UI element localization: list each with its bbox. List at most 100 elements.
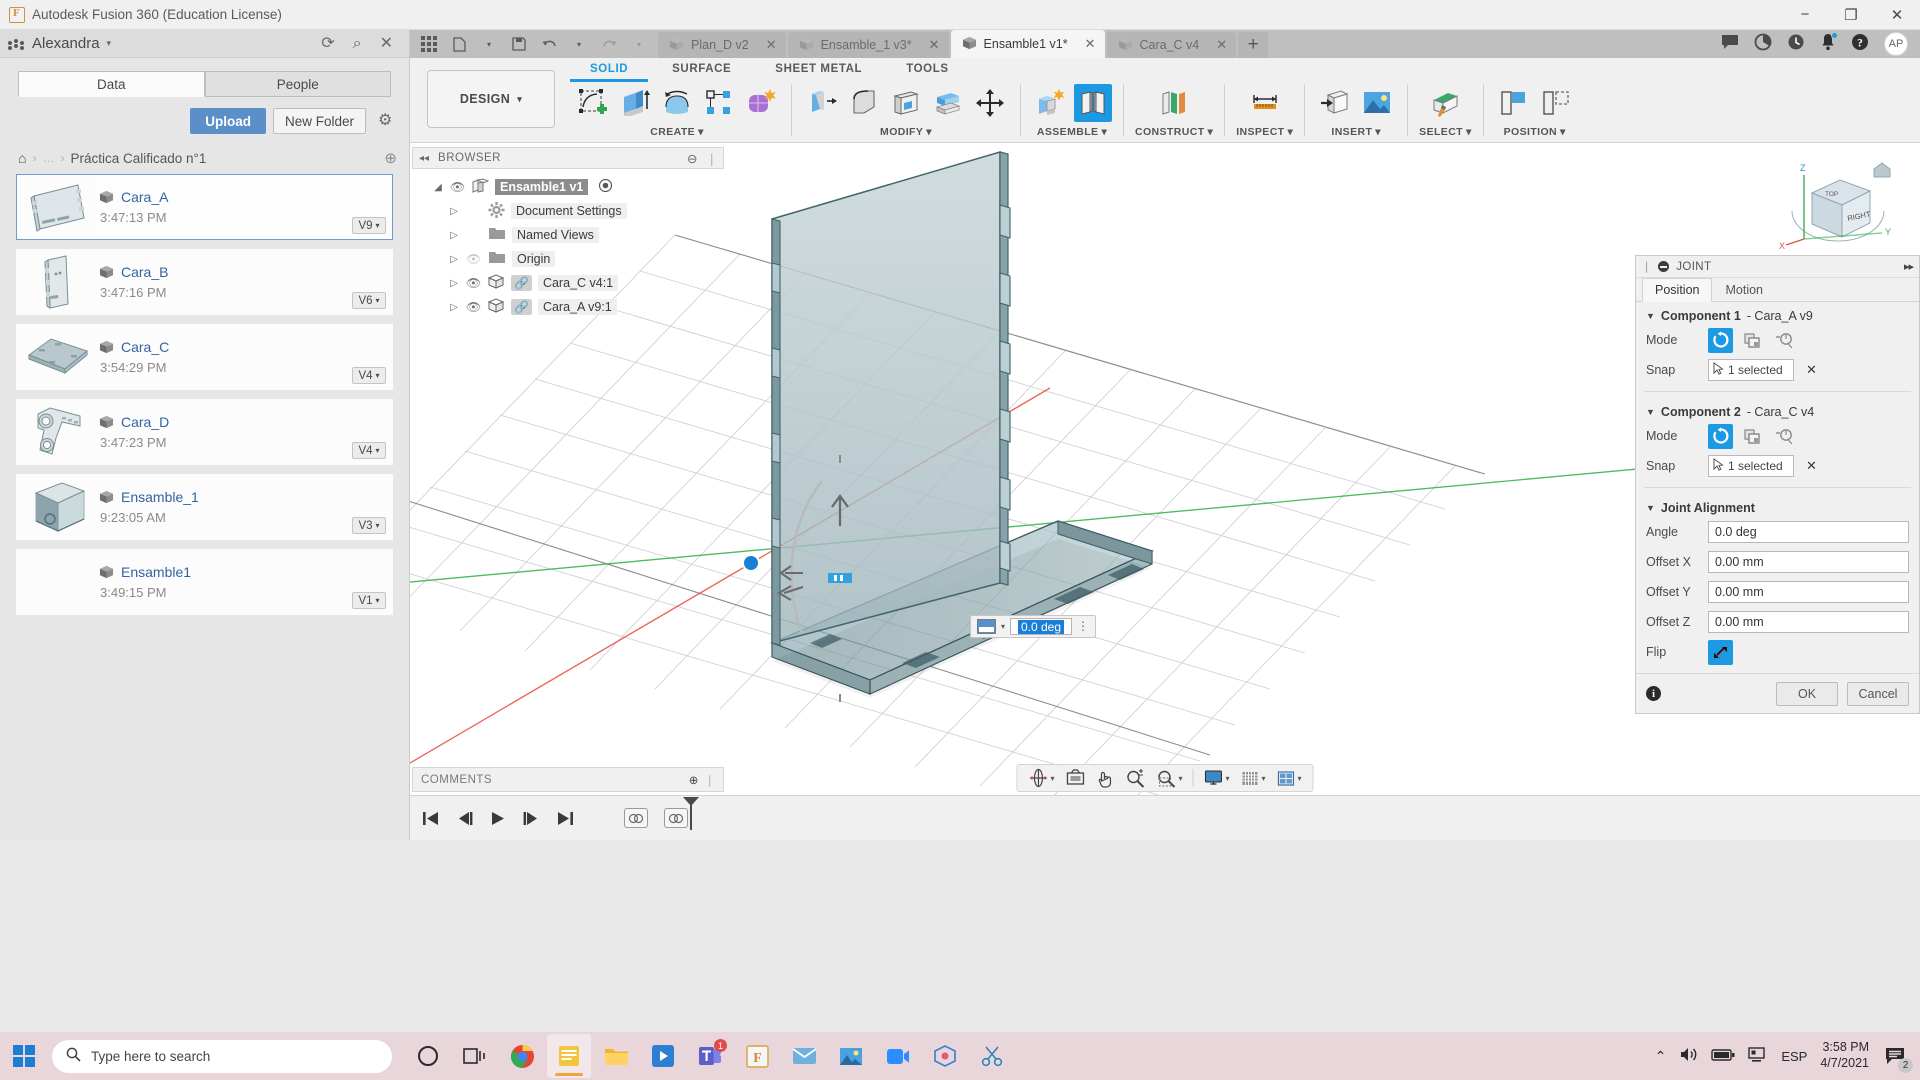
close-panel-icon[interactable]: ✕ xyxy=(380,35,393,52)
clock[interactable]: 3:58 PM 4/7/2021 xyxy=(1820,1040,1869,1071)
go-to-beginning-icon[interactable] xyxy=(422,811,440,826)
form-icon[interactable] xyxy=(742,84,780,122)
browser-node-origin[interactable]: ▷ 👁 Origin xyxy=(420,247,724,271)
upload-button[interactable]: Upload xyxy=(190,108,266,134)
close-button[interactable]: ✕ xyxy=(1874,0,1920,30)
component2-title[interactable]: ▼ Component 2 - Cara_C v4 xyxy=(1646,405,1909,419)
grid-apps-icon[interactable] xyxy=(416,32,442,56)
step-forward-icon[interactable] xyxy=(522,811,540,826)
media-player-icon[interactable] xyxy=(641,1034,685,1078)
align-icon[interactable] xyxy=(1495,84,1533,122)
new-component-icon[interactable] xyxy=(1032,84,1070,122)
browser-node-named-views[interactable]: ▷ Named Views xyxy=(420,223,724,247)
go-to-end-icon[interactable] xyxy=(556,811,574,826)
viewports-icon[interactable]: ▾ xyxy=(1273,766,1306,790)
component1-mode-two-edge-intersection-icon[interactable] xyxy=(1772,328,1797,353)
action-center-icon[interactable]: 2 xyxy=(1882,1042,1913,1073)
user-caret-icon[interactable]: ▾ xyxy=(107,38,112,49)
grid-snaps-icon[interactable]: ▾ xyxy=(1237,766,1270,790)
volume-icon[interactable] xyxy=(1679,1046,1698,1066)
item-version-badge[interactable]: V6 ▾ xyxy=(352,292,386,309)
new-tab-button[interactable]: + xyxy=(1238,32,1269,58)
timeline-feature-joint-1[interactable] xyxy=(624,808,648,828)
add-comment-icon[interactable]: ⊕ xyxy=(689,773,699,787)
component2-mode-between-two-faces-icon[interactable] xyxy=(1740,424,1765,449)
fillet-icon[interactable] xyxy=(845,84,883,122)
network-icon[interactable] xyxy=(1748,1046,1768,1066)
document-tab-0[interactable]: Plan_D v2 ✕ xyxy=(658,32,786,58)
recent-icon[interactable] xyxy=(1787,33,1805,55)
fit-icon[interactable]: ▾ xyxy=(1152,766,1186,790)
component1-mode-simple-icon[interactable] xyxy=(1708,327,1733,353)
ribbon-group-position-label[interactable]: POSITION ▾ xyxy=(1504,126,1566,138)
ribbon-group-create-label[interactable]: CREATE ▾ xyxy=(650,126,703,138)
expand-triangle-icon[interactable]: ▷ xyxy=(448,302,460,313)
item-version-badge[interactable]: V3 ▾ xyxy=(352,517,386,534)
component1-clear-icon[interactable]: ✕ xyxy=(1806,362,1817,378)
cortana-icon[interactable] xyxy=(406,1034,450,1078)
workspace-tab-sheet-metal[interactable]: SHEET METAL xyxy=(753,59,884,79)
document-tab-close-icon[interactable]: ✕ xyxy=(1206,37,1227,53)
document-tab-close-icon[interactable]: ✕ xyxy=(919,37,940,53)
workspace-tab-surface[interactable]: SURFACE xyxy=(650,59,753,79)
alignment-title[interactable]: ▼ Joint Alignment xyxy=(1646,501,1909,515)
gear-icon[interactable]: ⚙ xyxy=(378,112,395,130)
teams-icon[interactable]: 1 xyxy=(688,1034,732,1078)
data-item-ensamble1[interactable]: Ensamble1 3:49:15 PM V1 ▾ xyxy=(16,549,393,615)
revolve-icon[interactable] xyxy=(658,84,696,122)
redo-icon[interactable] xyxy=(596,32,622,56)
ribbon-group-select-label[interactable]: SELECT ▾ xyxy=(1419,126,1472,138)
activate-radio-icon[interactable] xyxy=(599,178,613,195)
new-file-icon[interactable] xyxy=(446,32,472,56)
workspace-switcher[interactable]: DESIGN ▾ xyxy=(427,70,555,128)
caret-undo-icon[interactable]: ▾ xyxy=(566,32,592,56)
photos-icon[interactable] xyxy=(829,1034,873,1078)
move-copy-icon[interactable] xyxy=(971,84,1009,122)
expand-triangle-icon[interactable]: ▷ xyxy=(448,230,460,241)
ribbon-group-inspect-label[interactable]: INSPECT ▾ xyxy=(1236,126,1293,138)
user-name[interactable]: Alexandra xyxy=(32,35,100,52)
browser-collapse-icon[interactable]: ◂◂ xyxy=(419,153,429,164)
battery-icon[interactable] xyxy=(1711,1048,1735,1065)
eye-hidden-icon[interactable]: 👁 xyxy=(466,252,482,266)
angle-unit-caret-icon[interactable]: ▾ xyxy=(1001,622,1005,631)
step-back-icon[interactable] xyxy=(456,811,474,826)
sticky-notes-icon[interactable] xyxy=(547,1034,591,1078)
pan-icon[interactable] xyxy=(1092,766,1118,790)
alignment-input-offset-y[interactable]: 0.00 mm xyxy=(1708,581,1909,603)
expand-triangle-icon[interactable]: ◢ xyxy=(432,182,444,193)
eye-icon[interactable]: 👁 xyxy=(466,276,482,290)
item-version-badge[interactable]: V1 ▾ xyxy=(352,592,386,609)
select-icon[interactable] xyxy=(1426,84,1464,122)
component1-snap-field[interactable]: 1 selected xyxy=(1708,359,1794,381)
browser-node-cara-a-v9-1[interactable]: ▷ 👁 🔗 Cara_A v9:1 xyxy=(420,295,724,319)
maximize-button[interactable]: ❐ xyxy=(1828,0,1874,30)
caret-new-icon[interactable]: ▾ xyxy=(476,32,502,56)
eye-icon[interactable]: 👁 xyxy=(466,300,482,314)
position-icon[interactable] xyxy=(1537,84,1575,122)
data-item-cara_d[interactable]: Cara_D 3:47:23 PM V4 ▾ xyxy=(16,399,393,465)
browser-grip[interactable]: ❘ xyxy=(707,151,717,166)
comments-panel[interactable]: COMMENTS ⊕ ❘ xyxy=(412,767,724,792)
alignment-input-offset-z[interactable]: 0.00 mm xyxy=(1708,611,1909,633)
component2-clear-icon[interactable]: ✕ xyxy=(1806,458,1817,474)
joint-collapse-icon[interactable] xyxy=(1658,261,1670,272)
view-cube[interactable]: TOP RIGHT Z X Y xyxy=(1778,153,1898,263)
pattern-icon[interactable] xyxy=(700,84,738,122)
component2-mode-simple-icon[interactable] xyxy=(1708,423,1733,449)
document-tab-3[interactable]: Cara_C v4 ✕ xyxy=(1106,32,1237,58)
browser-root-row[interactable]: ◢ 👁 Ensamble1 v1 xyxy=(420,175,724,199)
tab-position[interactable]: Position xyxy=(1642,278,1713,302)
angle-input[interactable]: 0.0 deg xyxy=(1010,618,1073,635)
scissors-icon[interactable] xyxy=(970,1034,1014,1078)
ok-button[interactable]: OK xyxy=(1776,681,1838,706)
joint-icon[interactable] xyxy=(1074,84,1112,122)
breadcrumb-ellipsis[interactable]: … xyxy=(42,151,54,165)
expand-triangle-icon[interactable]: ▷ xyxy=(448,254,460,265)
browser-minus-icon[interactable]: ⊖ xyxy=(687,151,697,166)
item-version-badge[interactable]: V9 ▾ xyxy=(352,217,386,234)
orbit-icon[interactable]: ▾ xyxy=(1024,766,1058,790)
angle-menu-icon[interactable]: ⋮ xyxy=(1077,620,1089,633)
comments-grip[interactable]: ❘ xyxy=(705,773,715,787)
fusion360-icon[interactable]: F xyxy=(735,1034,779,1078)
